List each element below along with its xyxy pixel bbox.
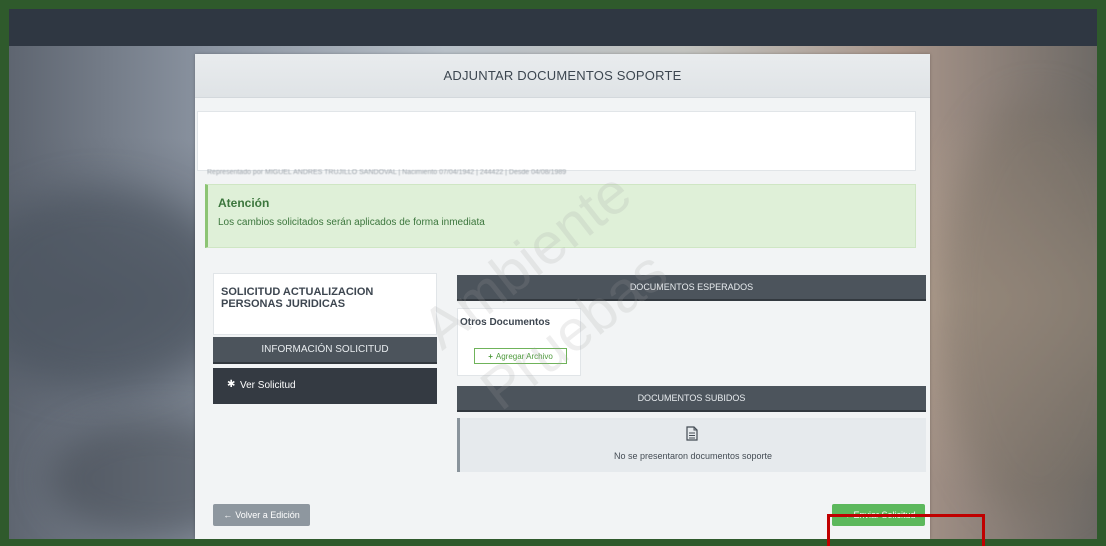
request-info-header: INFORMACIÓN SOLICITUD <box>213 337 437 364</box>
alert-title: Atención <box>218 196 270 210</box>
background-blur-right <box>939 99 1097 519</box>
request-type-title: SOLICITUD ACTUALIZACION PERSONAS JURIDIC… <box>221 286 374 310</box>
applicant-info-text: Representado por MIGUEL ANDRES TRUJILLO … <box>207 169 567 176</box>
attention-alert: Atención Los cambios solicitados serán a… <box>205 184 916 248</box>
document-icon <box>686 426 698 441</box>
gear-icon: ✱ <box>227 379 236 390</box>
view-request-button[interactable]: ✱ Ver Solicitud <box>213 368 437 404</box>
attach-documents-panel: ADJUNTAR DOCUMENTOS SOPORTE Representado… <box>195 54 930 539</box>
add-file-label: Agregar Archivo <box>495 351 553 361</box>
expected-documents-header: DOCUMENTOS ESPERADOS <box>457 275 926 301</box>
plus-icon: + <box>488 351 493 361</box>
other-documents-title: Otros Documentos <box>460 317 551 328</box>
view-request-label: Ver Solicitud <box>240 380 296 391</box>
other-documents-card: Otros Documentos + Agregar Archivo <box>457 308 581 376</box>
request-type-box: SOLICITUD ACTUALIZACION PERSONAS JURIDIC… <box>213 273 437 335</box>
highlight-rectangle <box>827 514 985 546</box>
screenshot-frame: ADJUNTAR DOCUMENTOS SOPORTE Representado… <box>9 9 1097 539</box>
add-file-button[interactable]: + Agregar Archivo <box>474 348 567 364</box>
panel-header: ADJUNTAR DOCUMENTOS SOPORTE <box>195 54 930 98</box>
arrow-left-icon: ← <box>223 510 233 520</box>
applicant-info-line: Representado por MIGUEL ANDRES TRUJILLO … <box>207 169 627 181</box>
uploaded-documents-header: DOCUMENTOS SUBIDOS <box>457 386 926 412</box>
back-to-edit-button[interactable]: ← Volver a Edición <box>213 504 310 526</box>
applicant-info-box <box>197 111 916 171</box>
panel-title: ADJUNTAR DOCUMENTOS SOPORTE <box>443 68 682 83</box>
top-navbar <box>9 9 1097 46</box>
no-documents-notice: No se presentaron documentos soporte <box>457 418 926 472</box>
no-documents-text: No se presentaron documentos soporte <box>613 451 773 461</box>
back-to-edit-label: Volver a Edición <box>235 510 300 520</box>
alert-text: Los cambios solicitados serán aplicados … <box>218 217 485 228</box>
